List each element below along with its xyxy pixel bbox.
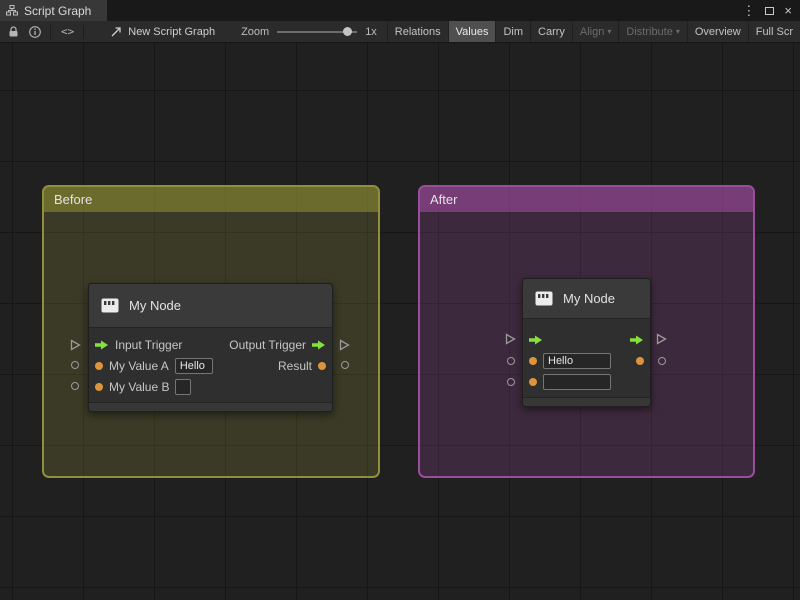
toolbar-separator (83, 25, 84, 39)
flow-input-port-icon[interactable] (95, 340, 109, 350)
maximize-icon[interactable] (765, 7, 774, 15)
zoom-slider[interactable] (277, 27, 357, 37)
external-value-port-icon[interactable] (507, 357, 515, 365)
zoom-slider-handle[interactable] (343, 27, 352, 36)
value-a-input[interactable] (543, 353, 611, 369)
value-input-port-icon[interactable] (529, 378, 537, 386)
carry-button[interactable]: Carry (530, 21, 572, 42)
group-after-title: After (430, 192, 457, 207)
node-footer (523, 397, 650, 406)
chevron-down-icon: ▾ (676, 27, 680, 36)
more-menu-icon[interactable]: ⋮ (742, 3, 755, 19)
dim-button[interactable]: Dim (495, 21, 530, 42)
align-button[interactable]: Align ▾ (572, 21, 618, 42)
node-icon (101, 298, 119, 313)
node-title: My Node (563, 291, 615, 306)
node-icon (535, 291, 553, 306)
node-footer (89, 402, 332, 411)
input-trigger-label: Input Trigger (115, 338, 182, 352)
external-flow-port-icon[interactable] (70, 338, 81, 356)
external-value-port-icon[interactable] (71, 382, 79, 390)
value-b-input[interactable] (175, 379, 191, 395)
value-output-port-icon[interactable] (318, 362, 326, 370)
result-label: Result (278, 359, 312, 373)
toolbar-buttons: Relations Values Dim Carry Align ▾ Distr… (387, 21, 800, 42)
group-before-title: Before (54, 192, 92, 207)
close-icon[interactable]: × (784, 3, 792, 18)
output-trigger-label: Output Trigger (229, 338, 306, 352)
value-b-input[interactable] (543, 374, 611, 390)
graph-name[interactable]: New Script Graph (128, 26, 215, 38)
external-value-port-icon[interactable] (658, 357, 666, 365)
port-row-value-b (523, 371, 650, 392)
relations-button[interactable]: Relations (387, 21, 448, 42)
script-graph-window: Script Graph ⋮ × <> (0, 0, 800, 600)
port-row-triggers: Input Trigger Output Trigger (89, 334, 332, 355)
toolbar-separator (50, 25, 51, 39)
info-icon[interactable] (29, 26, 41, 38)
graph-canvas[interactable]: Before After My Node (0, 43, 800, 600)
node-body: Input Trigger Output Trigger (89, 328, 332, 397)
distribute-button[interactable]: Distribute ▾ (618, 21, 686, 42)
lock-icon[interactable] (8, 26, 19, 38)
node-my-node-before[interactable]: My Node Input Trigger Output Trigger (88, 283, 333, 412)
value-a-label: My Value A (109, 359, 169, 373)
value-input-port-icon[interactable] (95, 362, 103, 370)
chevron-down-icon: ▾ (607, 27, 611, 36)
graph-pointer-icon (110, 26, 122, 38)
node-body (523, 319, 650, 392)
fullscreen-button[interactable]: Full Scr (748, 21, 800, 42)
external-value-port-icon[interactable] (507, 378, 515, 386)
zoom-label: Zoom (241, 26, 269, 38)
tab-script-graph[interactable]: Script Graph (0, 0, 107, 21)
port-row-value-a: My Value A Result (89, 355, 332, 376)
flow-output-port-icon[interactable] (630, 335, 644, 345)
external-value-port-icon[interactable] (341, 361, 349, 369)
node-title: My Node (129, 298, 181, 313)
values-button[interactable]: Values (448, 21, 496, 42)
value-a-input[interactable] (175, 358, 213, 374)
external-value-port-icon[interactable] (71, 361, 79, 369)
script-graph-icon (6, 5, 18, 16)
value-b-label: My Value B (109, 380, 169, 394)
tab-title: Script Graph (24, 4, 91, 18)
port-row-value-b: My Value B (89, 376, 332, 397)
graph-toolbar: <> New Script Graph Zoom 1x Relations Va… (0, 21, 800, 43)
group-after-header[interactable]: After (420, 187, 753, 212)
port-row-triggers (523, 329, 650, 350)
tab-bar: Script Graph ⋮ × (0, 0, 800, 21)
node-header[interactable]: My Node (523, 279, 650, 319)
port-row-value-a (523, 350, 650, 371)
node-my-node-after[interactable]: My Node (522, 278, 651, 407)
group-before-header[interactable]: Before (44, 187, 378, 212)
node-header[interactable]: My Node (89, 284, 332, 328)
flow-input-port-icon[interactable] (529, 335, 543, 345)
zoom-value: 1x (365, 26, 377, 38)
external-flow-port-icon[interactable] (505, 332, 516, 350)
code-icon[interactable]: <> (61, 25, 74, 38)
flow-output-port-icon[interactable] (312, 340, 326, 350)
window-controls: ⋮ × (742, 0, 800, 21)
external-flow-port-icon[interactable] (339, 338, 350, 356)
value-input-port-icon[interactable] (529, 357, 537, 365)
overview-button[interactable]: Overview (687, 21, 748, 42)
external-flow-port-icon[interactable] (656, 332, 667, 350)
value-output-port-icon[interactable] (636, 357, 644, 365)
value-input-port-icon[interactable] (95, 383, 103, 391)
